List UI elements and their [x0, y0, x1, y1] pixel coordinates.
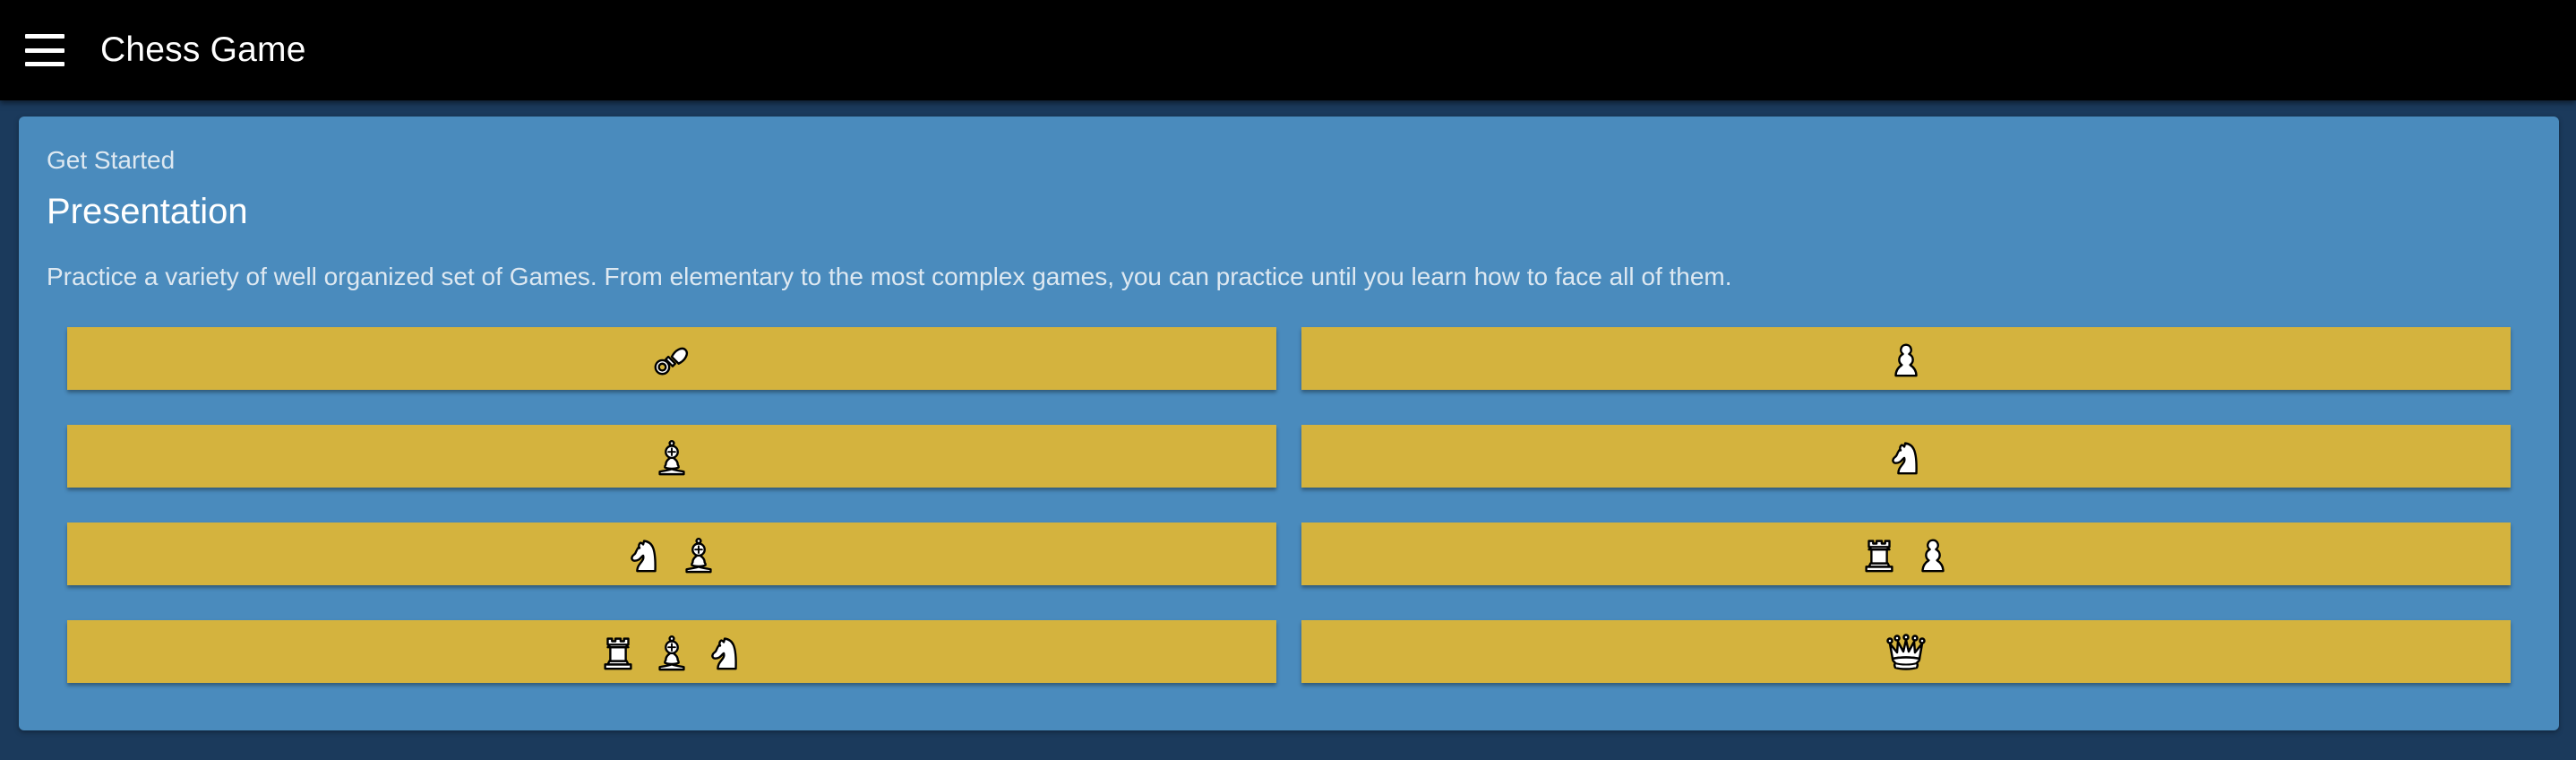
pawn-icon — [1885, 337, 1927, 380]
knight-icon — [1885, 435, 1927, 478]
bishop-icon — [651, 630, 692, 673]
level-button-5[interactable] — [67, 522, 1276, 585]
level-button-8[interactable] — [1301, 620, 2511, 683]
presentation-card: Get Started Presentation Practice a vari… — [19, 117, 2559, 730]
pawn-icon — [1912, 532, 1953, 575]
app-title: Chess Game — [100, 30, 306, 69]
level-button-6[interactable] — [1301, 522, 2511, 585]
level-button-7[interactable] — [67, 620, 1276, 683]
card-title: Presentation — [47, 192, 248, 231]
knight-icon — [624, 532, 665, 575]
level-button-3[interactable] — [67, 425, 1276, 488]
card-description: Practice a variety of well organized set… — [47, 263, 1732, 290]
knight-icon — [705, 630, 746, 673]
app-bar: Chess Game — [0, 0, 2576, 100]
queen-icon — [1884, 630, 1928, 673]
card-overline: Get Started — [47, 146, 176, 174]
pacifier-icon — [651, 337, 692, 380]
level-button-1[interactable] — [67, 327, 1276, 390]
level-button-2[interactable] — [1301, 327, 2511, 390]
rook-icon — [1859, 532, 1900, 575]
menu-icon[interactable] — [25, 34, 64, 66]
rook-icon — [597, 630, 639, 673]
bishop-icon — [651, 435, 692, 478]
bishop-icon — [678, 532, 719, 575]
level-button-4[interactable] — [1301, 425, 2511, 488]
